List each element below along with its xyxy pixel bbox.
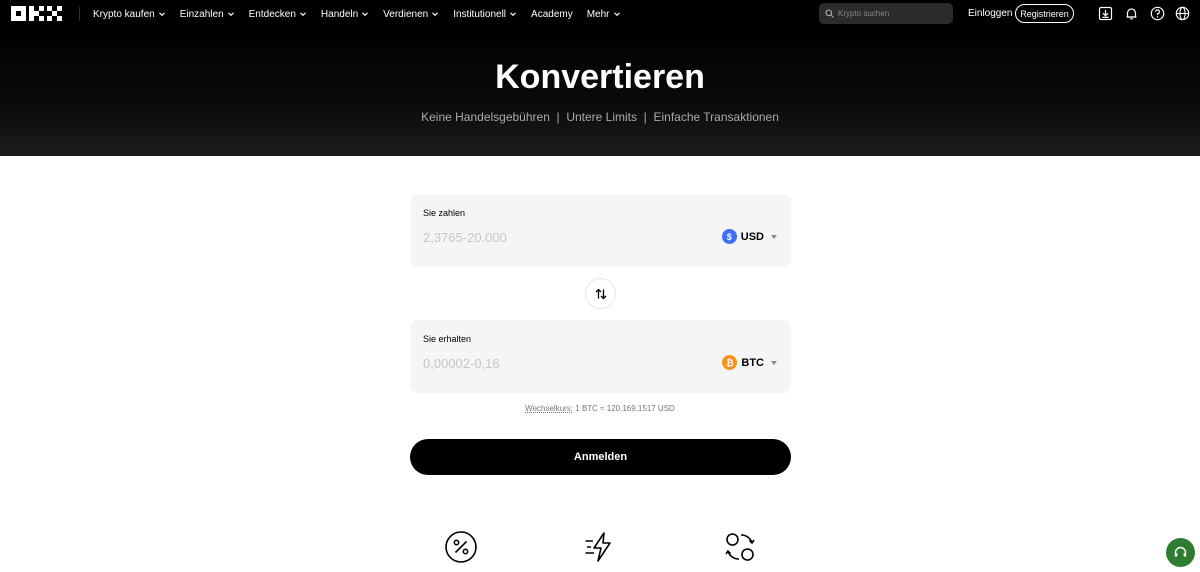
receive-amount-input[interactable] bbox=[423, 356, 673, 371]
chevron-down-icon bbox=[613, 12, 620, 17]
pay-currency-label: USD bbox=[740, 230, 764, 243]
receive-currency-label: BTC bbox=[741, 356, 764, 369]
nav-item-mehr[interactable]: Mehr bbox=[587, 9, 621, 20]
btc-coin-icon: ₿ bbox=[722, 355, 738, 370]
nav-item-label: Academy bbox=[531, 8, 573, 20]
usd-coin-icon: $ bbox=[721, 229, 737, 244]
nav-item-label: Krypto kaufen bbox=[93, 8, 155, 20]
support-chat-button[interactable] bbox=[1166, 538, 1195, 567]
search-icon bbox=[825, 9, 834, 18]
receive-panel: Sie erhalten ₿ BTC bbox=[410, 320, 791, 393]
download-icon[interactable] bbox=[1098, 6, 1113, 21]
help-icon[interactable] bbox=[1150, 6, 1165, 21]
percent-icon bbox=[445, 531, 477, 563]
convert-circles-icon bbox=[725, 533, 755, 561]
chevron-down-icon bbox=[362, 12, 369, 17]
chevron-down-icon bbox=[300, 12, 306, 17]
bell-icon[interactable] bbox=[1124, 6, 1139, 21]
exchange-rate-label[interactable]: Wechselkurs: bbox=[525, 404, 573, 413]
nav-menu: Krypto kaufen Einzahlen Entdecken Handel… bbox=[93, 0, 621, 28]
swap-button[interactable] bbox=[585, 278, 616, 309]
okx-logo[interactable] bbox=[11, 6, 62, 21]
lightning-icon bbox=[585, 532, 611, 562]
login-cta-button[interactable]: Anmelden bbox=[410, 439, 791, 475]
nav-item-label: Entdecken bbox=[248, 8, 296, 20]
hero-banner: Konvertieren Keine Handelsgebühren | Unt… bbox=[0, 28, 1200, 156]
nav-item-einzahlen[interactable]: Einzahlen bbox=[180, 9, 235, 20]
caret-down-icon bbox=[771, 234, 777, 239]
nav-item-label: Verdienen bbox=[383, 8, 429, 20]
chevron-down-icon bbox=[227, 12, 234, 17]
nav-item-label: Institutionell bbox=[453, 8, 507, 20]
pay-amount-input[interactable] bbox=[423, 230, 673, 245]
register-button[interactable]: Registrieren bbox=[1015, 4, 1074, 23]
exchange-rate: Wechselkurs: 1 BTC ≈ 120.169,1517 USD bbox=[0, 404, 1200, 413]
nav-divider bbox=[79, 7, 80, 21]
receive-currency-select[interactable]: ₿ BTC bbox=[722, 355, 777, 370]
headset-icon bbox=[1174, 546, 1187, 557]
nav-item-krypto-kaufen[interactable]: Krypto kaufen bbox=[93, 9, 166, 20]
pay-label: Sie zahlen bbox=[423, 208, 466, 218]
nav-item-institutionell[interactable]: Institutionell bbox=[453, 9, 517, 20]
globe-icon[interactable] bbox=[1175, 6, 1190, 21]
chevron-down-icon bbox=[510, 12, 516, 17]
nav-item-label: Einzahlen bbox=[179, 8, 224, 20]
search-box[interactable] bbox=[819, 3, 953, 24]
exchange-rate-value: 1 BTC ≈ 120.169,1517 USD bbox=[575, 404, 675, 413]
pay-currency-select[interactable]: $ USD bbox=[721, 229, 777, 244]
swap-arrows-icon bbox=[595, 288, 606, 299]
top-nav: Krypto kaufen Einzahlen Entdecken Handel… bbox=[0, 0, 1200, 28]
login-link[interactable]: Einloggen bbox=[968, 8, 1012, 19]
page-subtitle: Keine Handelsgebühren | Untere Limits | … bbox=[421, 110, 779, 124]
nav-item-entdecken[interactable]: Entdecken bbox=[249, 9, 307, 20]
nav-item-label: Mehr bbox=[586, 8, 610, 20]
chevron-down-icon bbox=[432, 12, 439, 17]
page-title: Konvertieren bbox=[495, 58, 705, 96]
chevron-down-icon bbox=[158, 12, 165, 17]
nav-item-handeln[interactable]: Handeln bbox=[321, 9, 369, 20]
search-input[interactable] bbox=[838, 9, 948, 18]
nav-item-academy[interactable]: Academy bbox=[531, 9, 573, 20]
receive-label: Sie erhalten bbox=[423, 334, 472, 344]
nav-item-verdienen[interactable]: Verdienen bbox=[383, 9, 439, 20]
caret-down-icon bbox=[771, 360, 777, 365]
nav-item-label: Handeln bbox=[320, 8, 359, 20]
pay-panel: Sie zahlen $ USD bbox=[410, 194, 791, 267]
